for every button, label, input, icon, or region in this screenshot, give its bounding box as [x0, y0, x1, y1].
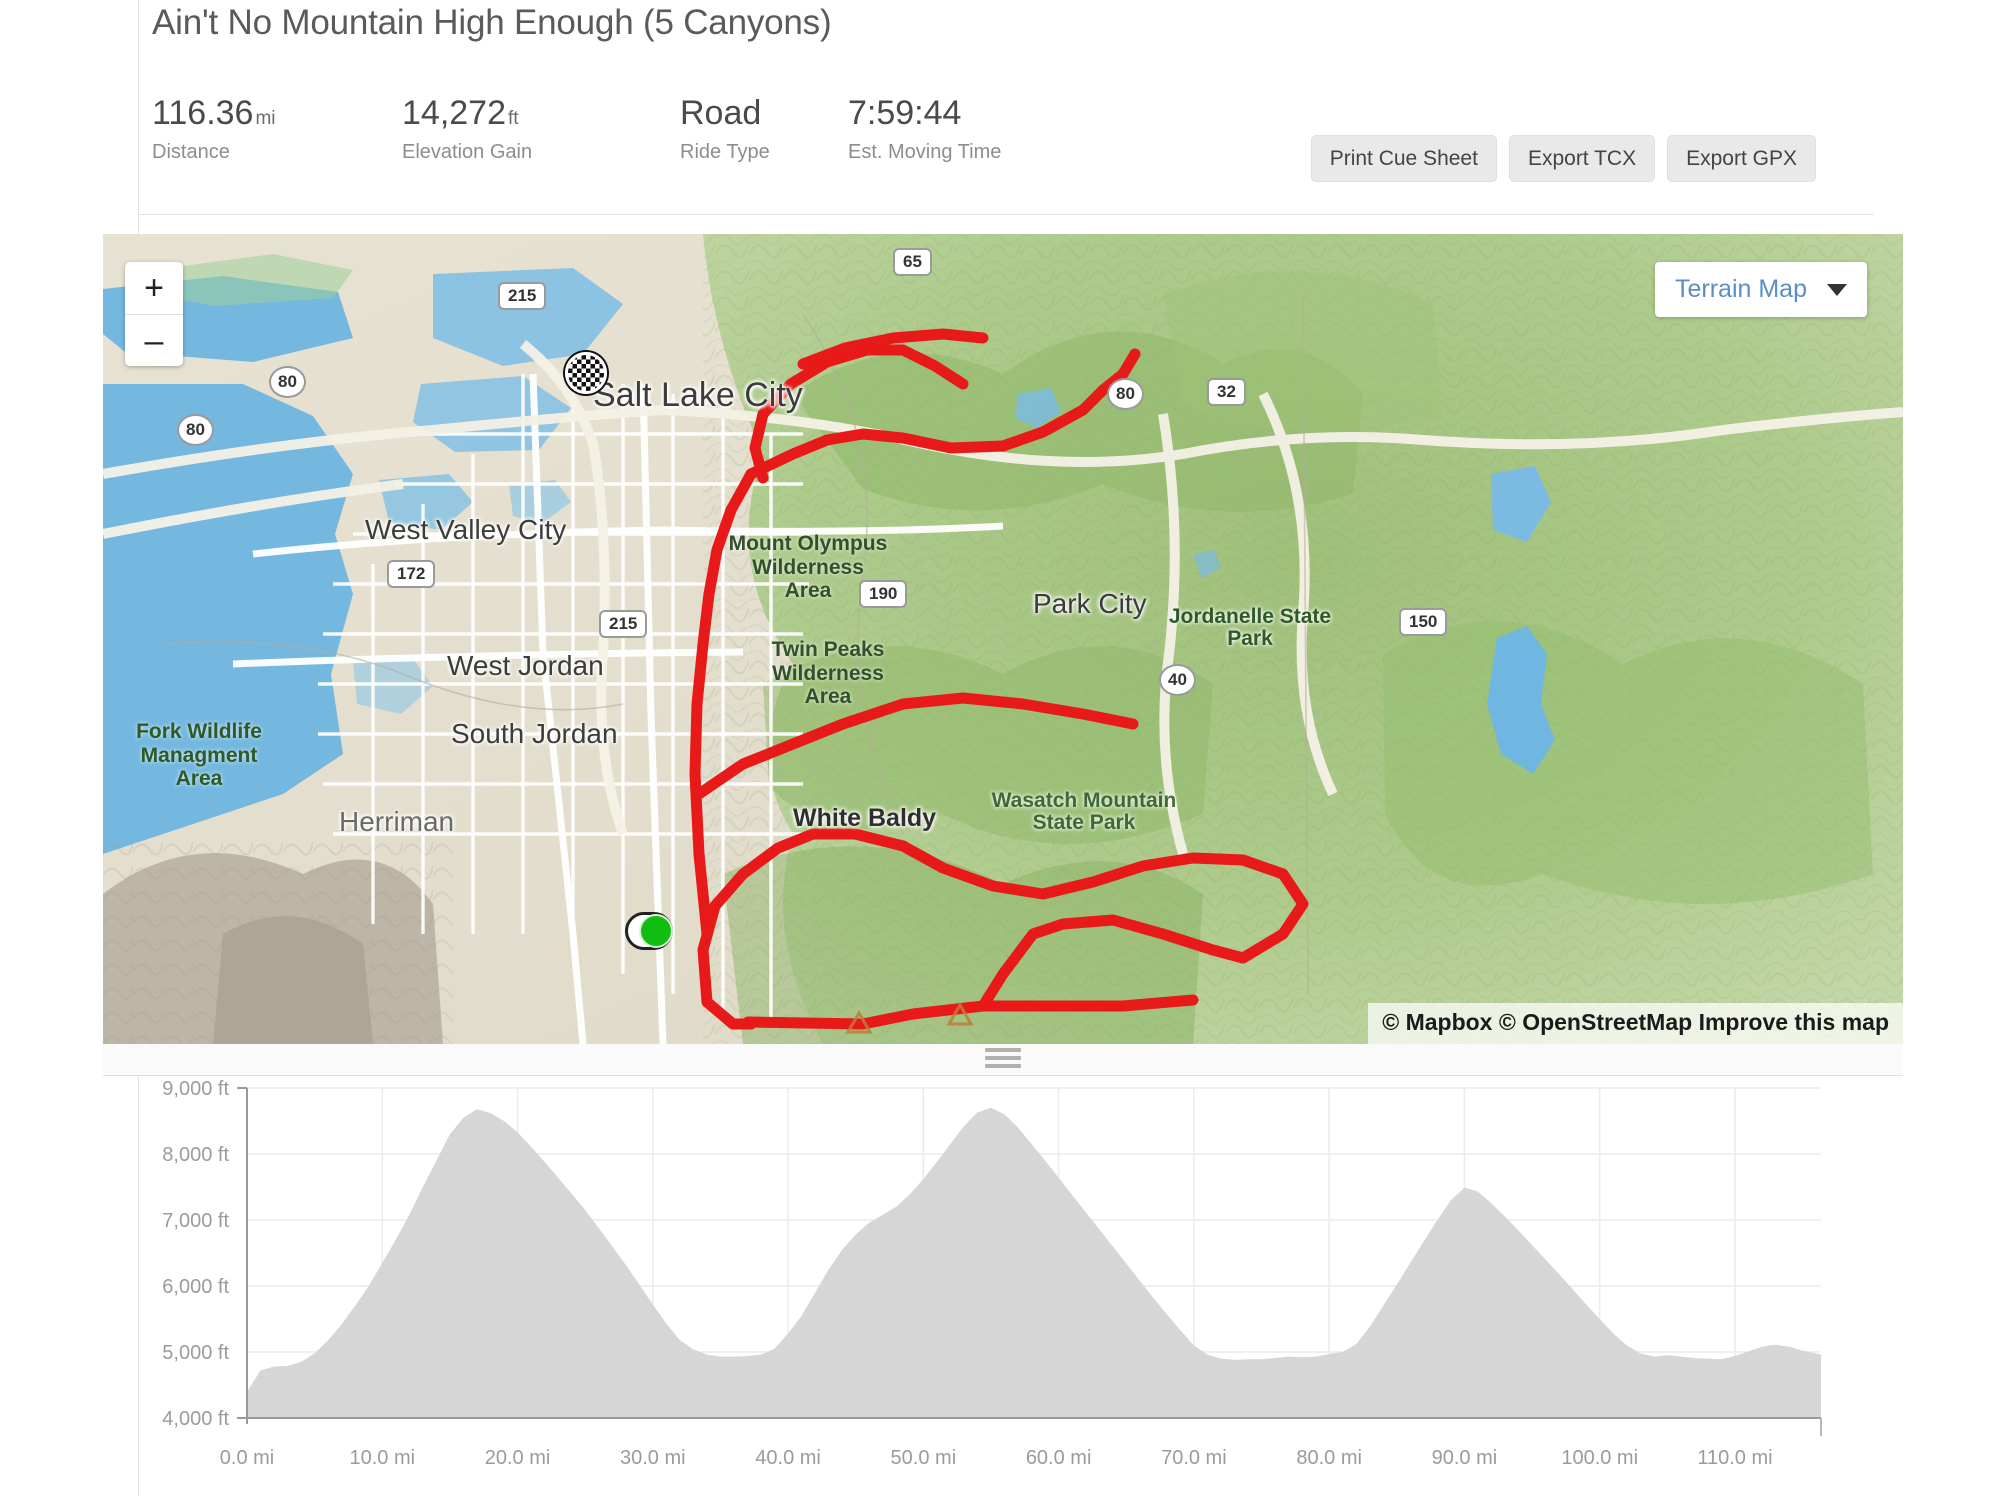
map-resize-strip — [103, 1044, 1903, 1076]
chart-x-tick: 110.0 mi — [1697, 1447, 1772, 1469]
elevation-chart-svg: 4,000 ft 5,000 ft 6,000 ft 7,000 ft 8,000 ft… — [162, 1078, 1822, 1469]
zoom-in-button[interactable]: + — [125, 262, 183, 314]
highway-shield-172: 172 — [387, 560, 436, 589]
chart-y-tick: 8,000 ft — [162, 1144, 229, 1166]
print-cue-sheet-button[interactable]: Print Cue Sheet — [1310, 135, 1497, 183]
map-layer-select[interactable]: Terrain Map — [1655, 262, 1867, 317]
map-zoom-controls: + – — [125, 262, 183, 366]
chart-y-tick-labels: 4,000 ft 5,000 ft 6,000 ft 7,000 ft 8,000 ft… — [162, 1078, 229, 1430]
chart-x-tick: 60.0 mi — [1026, 1447, 1092, 1469]
highway-shield-80-east: 80 — [1107, 378, 1144, 411]
stat-moving-time-value: 7:59:44 — [848, 94, 962, 132]
route-header: Ain't No Mountain High Enough (5 Canyons… — [139, 0, 1874, 215]
chart-x-tick: 40.0 mi — [755, 1447, 821, 1469]
chart-y-tick: 9,000 ft — [162, 1078, 229, 1100]
stat-elevation-gain: 14,272 ft Elevation Gain — [402, 96, 630, 162]
map-layer-select-label: Terrain Map — [1675, 275, 1807, 303]
highway-shield-215-north: 215 — [498, 282, 547, 311]
finish-marker-flag-icon[interactable] — [565, 352, 607, 394]
highway-shield-190: 190 — [859, 580, 908, 609]
highway-shield-40: 40 — [1159, 664, 1196, 697]
chart-x-tick: 90.0 mi — [1432, 1447, 1498, 1469]
stat-elevation-label: Elevation Gain — [402, 141, 533, 163]
chart-x-tick: 0.0 mi — [220, 1447, 274, 1469]
mapbox-attribution-link[interactable]: © Mapbox — [1382, 1009, 1492, 1035]
stat-elevation-unit: ft — [508, 108, 519, 129]
chart-y-tick: 6,000 ft — [162, 1276, 229, 1298]
stat-moving-time-label: Est. Moving Time — [848, 141, 1002, 163]
chart-x-tick: 70.0 mi — [1161, 1447, 1227, 1469]
stat-distance-label: Distance — [152, 141, 230, 163]
osm-attribution-link[interactable]: © OpenStreetMap — [1499, 1009, 1692, 1035]
header-action-buttons: Print Cue Sheet Export TCX Export GPX — [1310, 135, 1816, 183]
stat-ride-type: Road Ride Type — [680, 96, 798, 162]
chart-y-tick: 5,000 ft — [162, 1342, 229, 1364]
export-gpx-button[interactable]: Export GPX — [1667, 135, 1816, 183]
route-stats: 116.36 mi Distance 14,272 ft Elevation Gai… — [152, 96, 1051, 162]
stat-distance-unit: mi — [255, 108, 276, 129]
start-marker[interactable] — [639, 914, 673, 948]
chart-x-tick: 50.0 mi — [891, 1447, 957, 1469]
map-tiles — [103, 234, 1903, 1044]
export-tcx-button[interactable]: Export TCX — [1508, 135, 1656, 183]
route-detail-page: Ain't No Mountain High Enough (5 Canyons… — [0, 0, 2000, 1496]
map-resize-handle[interactable] — [985, 1048, 1021, 1072]
highway-shield-215-south: 215 — [599, 610, 648, 639]
stat-elevation-value: 14,272 ft — [402, 94, 519, 132]
stat-distance: 116.36 mi Distance — [152, 96, 352, 162]
stat-ride-type-value: Road — [680, 94, 762, 132]
highway-shield-32: 32 — [1207, 378, 1246, 407]
highway-shield-65: 65 — [893, 248, 932, 277]
stat-moving-time: 7:59:44 Est. Moving Time — [848, 96, 1001, 162]
chart-x-tick: 100.0 mi — [1561, 1447, 1638, 1469]
chart-y-tick: 7,000 ft — [162, 1210, 229, 1232]
chart-x-tick-labels: 0.0 mi 10.0 mi 20.0 mi 30.0 mi 40.0 mi 50.0 m… — [220, 1447, 1773, 1469]
stat-distance-value: 116.36 mi — [152, 94, 276, 132]
stat-ride-type-label: Ride Type — [680, 141, 770, 163]
highway-shield-80-southwest: 80 — [177, 414, 214, 447]
chart-y-tick: 4,000 ft — [162, 1408, 229, 1430]
elevation-profile-chart[interactable]: 4,000 ft 5,000 ft 6,000 ft 7,000 ft 8,000 ft… — [139, 1076, 1874, 1496]
route-map[interactable]: Salt Lake City West Valley City West Jor… — [103, 234, 1903, 1044]
map-attribution: © Mapbox © OpenStreetMap Improve this ma… — [1368, 1003, 1903, 1044]
chart-x-tick: 20.0 mi — [485, 1447, 551, 1469]
chart-x-tick: 30.0 mi — [620, 1447, 686, 1469]
page-title: Ain't No Mountain High Enough (5 Canyons… — [152, 3, 832, 42]
improve-map-link[interactable]: Improve this map — [1699, 1009, 1889, 1035]
highway-shield-150: 150 — [1399, 608, 1448, 637]
zoom-out-button[interactable]: – — [125, 314, 183, 366]
chart-x-tick: 80.0 mi — [1296, 1447, 1362, 1469]
highway-shield-80-west: 80 — [269, 366, 306, 399]
chart-x-tick: 10.0 mi — [349, 1447, 415, 1469]
chevron-down-icon — [1827, 283, 1847, 296]
